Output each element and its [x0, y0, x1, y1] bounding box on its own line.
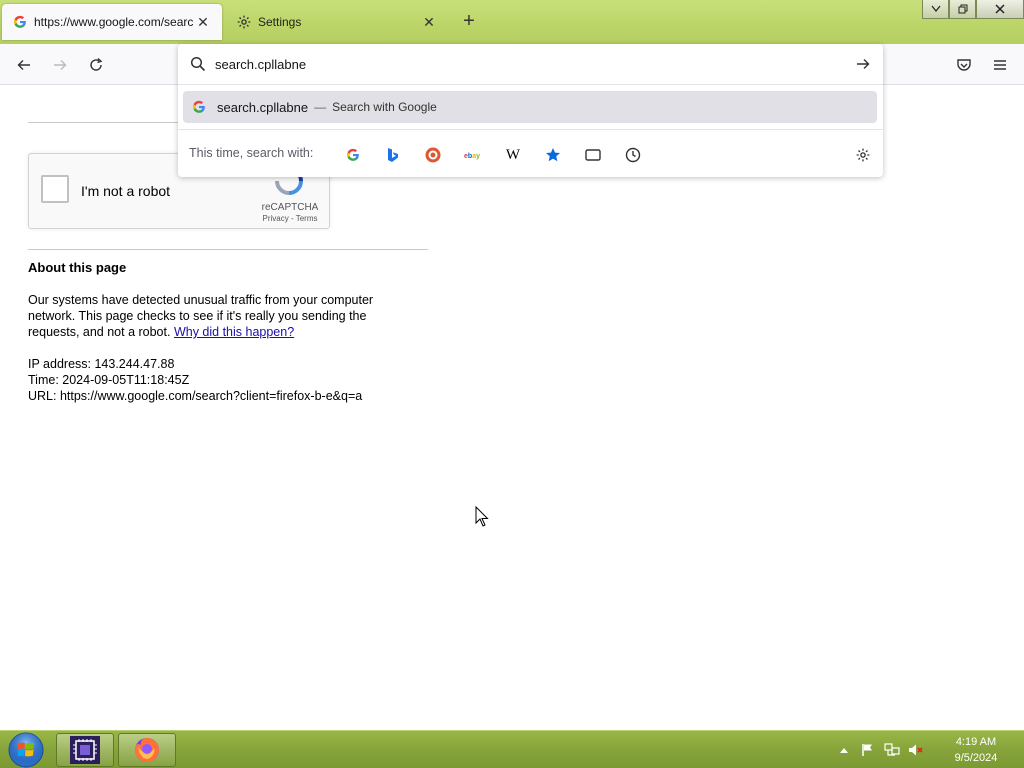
suggestion-separator: — — [314, 100, 327, 114]
pocket-icon — [957, 59, 971, 71]
suggestion-text: search.cpllabne — [217, 99, 309, 115]
taskbar-app-button[interactable] — [56, 733, 114, 767]
ip-address: IP address: 143.244.47.88 — [28, 357, 175, 371]
tab-google-search[interactable]: https://www.google.com/search?c ✕ — [2, 4, 222, 40]
request-details: IP address: 143.244.47.88 Time: 2024-09-… — [28, 356, 362, 404]
tab-strip: https://www.google.com/search?c ✕ Settin… — [0, 0, 1024, 44]
divider — [28, 249, 428, 250]
menu-button[interactable] — [987, 52, 1013, 78]
why-link[interactable]: Why did this happen? — [174, 325, 294, 339]
close-window-button[interactable] — [976, 0, 1024, 19]
mouse-cursor-icon — [475, 505, 489, 528]
urlbar — [178, 44, 883, 84]
recaptcha-label: I'm not a robot — [81, 183, 171, 199]
reload-icon — [90, 57, 103, 71]
tab-settings[interactable]: Settings ✕ — [226, 4, 448, 40]
tabs-icon[interactable] — [582, 144, 604, 166]
history-icon[interactable] — [622, 144, 644, 166]
tab-title: Settings — [258, 15, 302, 29]
one-off-search-bar: This time, search with: — [178, 132, 883, 174]
close-tab-icon[interactable]: ✕ — [194, 13, 212, 31]
recaptcha-checkbox[interactable] — [41, 175, 69, 203]
bing-icon[interactable] — [382, 144, 404, 166]
svg-text:ebay: ebay — [464, 153, 480, 160]
window-controls — [922, 0, 1024, 19]
start-button[interactable] — [6, 732, 46, 768]
divider — [28, 122, 178, 123]
clock[interactable]: 4:19 AM 9/5/2024 — [936, 734, 1016, 766]
recaptcha-privacy-terms[interactable]: Privacy - Terms — [249, 214, 331, 223]
app-chip-icon — [70, 736, 100, 764]
about-heading: About this page — [28, 260, 127, 275]
go-arrow-icon[interactable] — [853, 54, 873, 74]
action-center-flag-icon[interactable] — [859, 741, 877, 759]
minimize-button[interactable] — [922, 0, 949, 19]
forward-button[interactable] — [47, 52, 73, 78]
wikipedia-icon[interactable]: W — [502, 144, 524, 166]
show-hidden-icons-icon[interactable] — [835, 741, 853, 759]
back-button[interactable] — [11, 52, 37, 78]
recaptcha-brand: reCAPTCHA — [261, 202, 319, 213]
bookmarks-icon[interactable] — [542, 144, 564, 166]
close-tab-icon[interactable]: ✕ — [420, 13, 438, 31]
address-input[interactable] — [215, 52, 835, 76]
urlbar-dropdown: search.cpllabne — Search with Google Thi… — [178, 44, 883, 177]
ebay-icon[interactable]: ebay — [462, 144, 484, 166]
taskbar-firefox-button[interactable] — [118, 733, 176, 767]
clock-time: 4:19 AM — [955, 736, 997, 748]
divider — [178, 129, 883, 130]
hamburger-menu-icon — [994, 60, 1006, 70]
search-settings-icon[interactable] — [852, 144, 874, 166]
divider — [178, 84, 883, 85]
search-icon — [188, 56, 208, 72]
new-tab-button[interactable]: + — [458, 11, 480, 33]
tab-title: https://www.google.com/search?c — [34, 15, 194, 29]
reload-button[interactable] — [83, 52, 109, 78]
duckduckgo-icon[interactable] — [422, 144, 444, 166]
clock-date: 9/5/2024 — [954, 752, 998, 764]
system-tray: 4:19 AM 9/5/2024 — [832, 731, 1024, 768]
volume-muted-icon[interactable] — [907, 741, 925, 759]
forward-arrow-icon — [54, 60, 67, 70]
google-icon[interactable] — [342, 144, 364, 166]
restore-button[interactable] — [949, 0, 976, 19]
gear-icon — [236, 14, 252, 30]
firefox-icon — [134, 738, 159, 762]
back-arrow-icon — [17, 60, 30, 70]
windows-logo-icon — [8, 732, 44, 768]
google-g-icon — [191, 100, 207, 114]
pocket-button[interactable] — [951, 52, 977, 78]
one-off-label: This time, search with: — [189, 146, 314, 160]
search-suggestion-row[interactable]: search.cpllabne — Search with Google — [183, 91, 877, 123]
page-content: I'm not a robot reCAPTCHA Privacy - Term… — [0, 86, 1024, 730]
suggestion-action: Search with Google — [332, 100, 437, 114]
request-url: URL: https://www.google.com/search?clien… — [28, 389, 363, 403]
about-paragraph: Our systems have detected unusual traffi… — [28, 292, 408, 340]
network-icon[interactable] — [883, 741, 901, 759]
time-stamp: Time: 2024-09-05T11:18:45Z — [28, 373, 190, 387]
google-g-icon — [12, 14, 28, 30]
taskbar: 4:19 AM 9/5/2024 — [0, 730, 1024, 768]
